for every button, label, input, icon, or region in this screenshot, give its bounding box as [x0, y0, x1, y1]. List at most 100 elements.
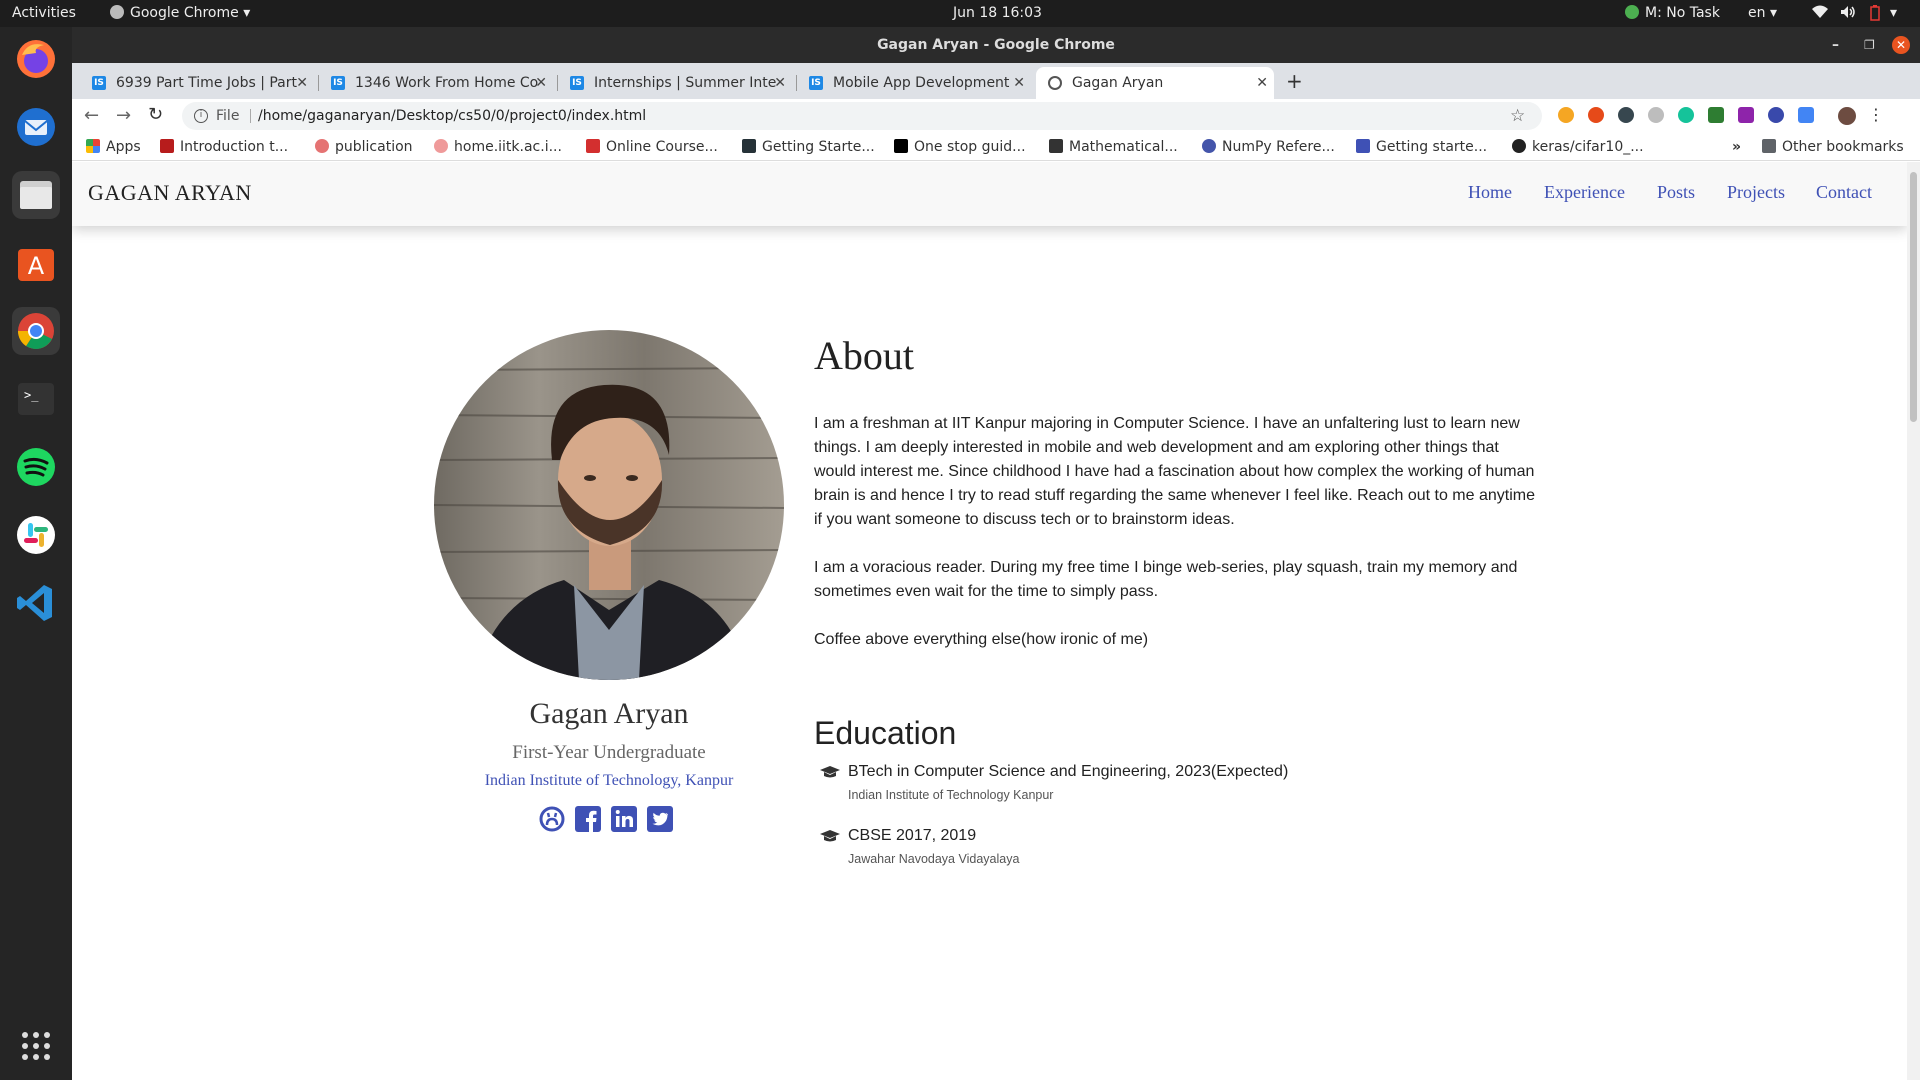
nav-posts[interactable]: Posts — [1657, 182, 1695, 203]
forward-button[interactable]: → — [116, 105, 131, 126]
activities-button[interactable]: Activities — [12, 5, 76, 21]
github-icon[interactable] — [538, 805, 566, 833]
more-bookmarks-chevron-icon[interactable]: » — [1732, 139, 1741, 155]
extension-icon[interactable] — [1558, 107, 1574, 123]
close-tab-icon[interactable]: ✕ — [1256, 67, 1268, 99]
bookmark-favicon — [315, 139, 329, 153]
site-brand[interactable]: GAGAN ARYAN — [88, 180, 252, 206]
thunderbird-icon[interactable] — [12, 103, 60, 151]
app-menu[interactable]: Google Chrome ▾ — [110, 5, 250, 21]
nav-projects[interactable]: Projects — [1727, 182, 1785, 203]
bookmark-introduction[interactable]: Introduction t... — [160, 139, 288, 155]
tab-label: 1346 Work From Home Co — [355, 75, 539, 91]
education-title: BTech in Computer Science and Engineerin… — [848, 763, 1289, 780]
close-tab-icon[interactable]: ✕ — [535, 67, 547, 99]
info-icon[interactable]: i — [194, 109, 208, 123]
tab-label: Mobile App Development — [833, 75, 1010, 91]
extension-icon[interactable] — [1618, 107, 1634, 123]
firefox-icon[interactable] — [12, 35, 60, 83]
extension-icon[interactable] — [1768, 107, 1784, 123]
about-heading: About — [814, 333, 914, 378]
github-icon — [1512, 139, 1526, 153]
profile-name: Gagan Aryan — [529, 697, 689, 730]
bookmark-mathematical[interactable]: Mathematical... — [1049, 139, 1178, 155]
menu-icon[interactable]: ⋮ — [1868, 105, 1884, 124]
chrome-icon — [110, 5, 124, 19]
tab-work-from-home[interactable]: IS 1346 Work From Home Co ✕ — [319, 67, 553, 99]
bookmark-one-stop-guide[interactable]: One stop guid... — [894, 139, 1026, 155]
education-school: Indian Institute of Technology Kanpur — [848, 788, 1054, 802]
wifi-icon[interactable] — [1812, 5, 1828, 23]
spotify-icon[interactable] — [12, 443, 60, 491]
address-bar[interactable]: i File /home/gaganaryan/Desktop/cs50/0/p… — [182, 102, 1542, 130]
clock[interactable]: Jun 18 16:03 — [953, 5, 1042, 21]
language-selector[interactable]: en ▾ — [1748, 5, 1777, 21]
bookmark-keras-cifar10[interactable]: keras/cifar10_... — [1512, 139, 1644, 155]
nav-contact[interactable]: Contact — [1816, 182, 1872, 203]
browser-toolbar: ← → ↻ i File /home/gaganaryan/Desktop/cs… — [72, 99, 1920, 133]
bookmark-star-icon[interactable]: ☆ — [1510, 102, 1525, 130]
vscode-icon[interactable] — [12, 579, 60, 627]
internshala-favicon: IS — [809, 76, 823, 90]
bookmark-getting-started[interactable]: Getting starte... — [1356, 139, 1487, 155]
extension-icon[interactable] — [1588, 107, 1604, 123]
svg-text:A: A — [28, 252, 45, 280]
profile-institution[interactable]: Indian Institute of Technology, Kanpur — [434, 772, 784, 790]
graduation-cap-icon — [820, 829, 840, 849]
show-applications-icon[interactable] — [12, 1022, 60, 1070]
other-bookmarks[interactable]: Other bookmarks — [1762, 139, 1904, 155]
bookmark-favicon — [434, 139, 448, 153]
new-tab-button[interactable]: + — [1286, 69, 1303, 93]
bookmark-label: Getting starte... — [1376, 139, 1488, 155]
bookmark-online-course[interactable]: Online Course... — [586, 139, 718, 155]
bookmark-numpy-reference[interactable]: NumPy Refere... — [1202, 139, 1335, 155]
grammarly-icon[interactable] — [1678, 107, 1694, 123]
bookmark-home-iitk[interactable]: home.iitk.ac.i... — [434, 139, 562, 155]
tab-label: 6939 Part Time Jobs | Part — [116, 75, 298, 91]
internshala-favicon: IS — [92, 76, 106, 90]
close-tab-icon[interactable]: ✕ — [774, 67, 786, 99]
power-menu-caret-icon[interactable]: ▾ — [1890, 5, 1897, 21]
bookmark-apps[interactable]: Apps — [86, 139, 141, 155]
extension-icon[interactable] — [1798, 107, 1814, 123]
volume-icon[interactable] — [1840, 5, 1856, 23]
tab-mobile-app-development[interactable]: IS Mobile App Development ✕ — [797, 67, 1031, 99]
twitter-icon[interactable] — [646, 805, 674, 833]
page-scrollbar[interactable] — [1907, 162, 1920, 1080]
back-button[interactable]: ← — [84, 105, 99, 126]
bookmark-favicon — [1049, 139, 1063, 153]
tab-internships[interactable]: IS Internships | Summer Inte ✕ — [558, 67, 792, 99]
close-tab-icon[interactable]: ✕ — [296, 67, 308, 99]
bookmark-publication[interactable]: publication — [315, 139, 413, 155]
tab-part-time-jobs[interactable]: IS 6939 Part Time Jobs | Part ✕ — [80, 67, 314, 99]
close-tab-icon[interactable]: ✕ — [1013, 67, 1025, 99]
nav-home[interactable]: Home — [1468, 182, 1512, 203]
extension-icon[interactable] — [1648, 107, 1664, 123]
restore-button[interactable]: ❐ — [1864, 27, 1875, 63]
tab-gagan-aryan[interactable]: Gagan Aryan ✕ — [1036, 67, 1274, 99]
bookmark-label: Mathematical... — [1069, 139, 1178, 155]
software-center-icon[interactable]: A — [12, 239, 60, 287]
url-text: /home/gaganaryan/Desktop/cs50/0/project0… — [258, 108, 647, 124]
nav-experience[interactable]: Experience — [1544, 182, 1625, 203]
minimize-button[interactable]: – — [1832, 27, 1839, 63]
linkedin-icon[interactable] — [610, 805, 638, 833]
extension-icon[interactable] — [1738, 107, 1754, 123]
social-links — [538, 805, 698, 835]
bookmark-getting-started-react[interactable]: Getting Starte... — [742, 139, 875, 155]
window-title-bar[interactable]: Gagan Aryan - Google Chrome – ❐ ✕ — [72, 27, 1920, 63]
terminal-icon[interactable]: >_ — [12, 375, 60, 423]
profile-avatar[interactable] — [1838, 107, 1856, 125]
close-window-button[interactable]: ✕ — [1892, 36, 1910, 54]
education-title: CBSE 2017, 2019 — [848, 827, 977, 844]
caret-down-icon: ▾ — [1769, 5, 1777, 21]
scrollbar-thumb[interactable] — [1910, 172, 1917, 422]
slack-icon[interactable] — [12, 511, 60, 559]
battery-icon[interactable] — [1870, 5, 1880, 25]
files-icon[interactable] — [12, 171, 60, 219]
task-indicator[interactable]: M: No Task — [1625, 5, 1720, 21]
chrome-dock-icon[interactable] — [12, 307, 60, 355]
reload-button[interactable]: ↻ — [148, 104, 163, 125]
extension-icon[interactable] — [1708, 107, 1724, 123]
facebook-icon[interactable] — [574, 805, 602, 833]
